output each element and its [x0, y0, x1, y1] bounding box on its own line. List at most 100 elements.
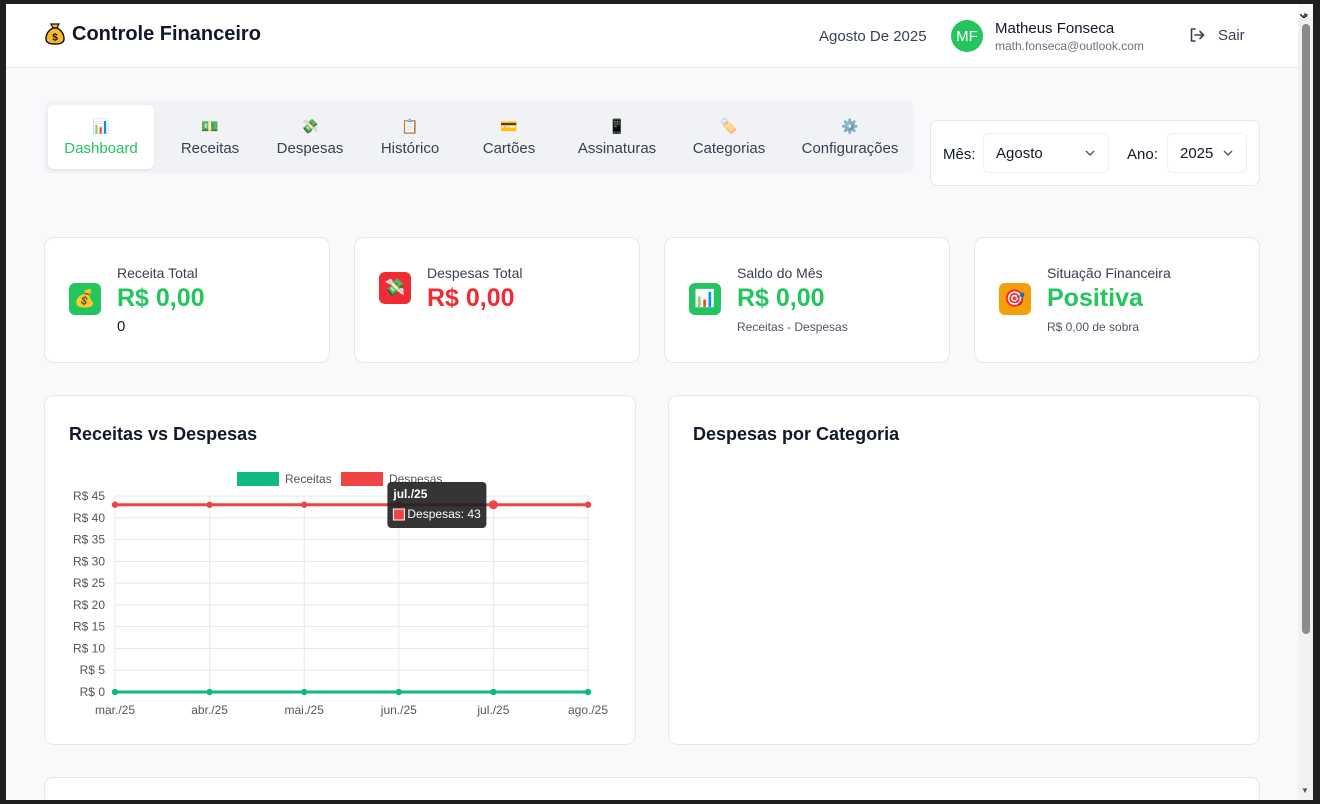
main-tabs: 📊 Dashboard 💵 Receitas 💸 Despesas 📋 Hist…	[44, 101, 914, 173]
data-point-despesas	[488, 500, 498, 510]
tag-icon: 🏷️	[720, 117, 738, 134]
data-point-despesas	[111, 501, 119, 508]
card-value: R$ 0,00	[117, 284, 205, 312]
month-select-value: Agosto	[996, 144, 1043, 162]
data-point-despesas	[584, 501, 592, 508]
tab-assinaturas[interactable]: 📱 Assinaturas	[564, 105, 670, 169]
scroll-up-icon[interactable]: ▲	[1301, 10, 1309, 19]
card-situacao-financeira: 🎯 Situação Financeira Positiva R$ 0,00 d…	[974, 237, 1260, 363]
year-filter-label: Ano:	[1127, 146, 1158, 163]
brand[interactable]: $ Controle Financeiro	[44, 22, 261, 46]
card-despesas-total: 💸 Despesas Total R$ 0,00	[354, 237, 640, 363]
year-select-value: 2025	[1180, 144, 1214, 162]
logout-label: Sair	[1218, 26, 1245, 44]
tab-label: Receitas	[180, 139, 240, 157]
legend-swatch	[341, 472, 383, 486]
card-saldo-mes: 📊 Saldo do Mês R$ 0,00 Receitas - Despes…	[664, 237, 950, 363]
data-point-receitas	[395, 688, 402, 696]
data-point-despesas	[301, 501, 308, 508]
card-value: R$ 0,00	[427, 284, 515, 312]
x-tick-label: abr./25	[191, 703, 228, 717]
logout-button[interactable]: Sair	[1188, 26, 1245, 44]
month-select[interactable]: Agosto	[983, 133, 1109, 173]
y-tick-label: R$ 45	[73, 489, 105, 503]
bar-chart-icon: 📊	[689, 283, 721, 315]
card-value: R$ 0,00	[737, 284, 825, 312]
tooltip-text: Despesas: 43	[407, 507, 481, 521]
scroll-down-icon[interactable]: ▼	[1301, 786, 1309, 795]
bottom-panel	[44, 777, 1260, 800]
tab-dashboard[interactable]: 📊 Dashboard	[48, 105, 154, 169]
data-point-receitas	[301, 688, 308, 696]
x-tick-label: jul./25	[476, 703, 509, 717]
mobile-phone-icon: 📱	[608, 117, 626, 134]
bar-chart-icon: 📊	[92, 117, 110, 134]
tab-label: Despesas	[276, 139, 344, 157]
card-title: Receita Total	[117, 265, 198, 281]
data-point-receitas	[584, 688, 592, 696]
data-point-despesas	[206, 501, 213, 508]
tab-configuracoes[interactable]: ⚙️ Configurações	[790, 105, 910, 169]
chevron-down-icon	[1223, 150, 1233, 156]
card-title: Despesas Total	[427, 265, 523, 281]
card-subtitle: R$ 0,00 de sobra	[1047, 320, 1140, 334]
tab-categorias[interactable]: 🏷️ Categorias	[678, 105, 780, 169]
x-tick-label: ago./25	[568, 703, 608, 717]
tab-label: Categorias	[692, 139, 766, 157]
y-tick-label: R$ 40	[73, 511, 105, 525]
year-select[interactable]: 2025	[1167, 133, 1247, 173]
tab-label: Assinaturas	[577, 139, 657, 157]
panel-despesas-por-categoria: Despesas por Categoria	[668, 395, 1260, 745]
target-icon: 🎯	[999, 283, 1031, 315]
y-tick-label: R$ 0	[80, 685, 106, 699]
avatar[interactable]: MF	[951, 20, 983, 52]
vertical-scrollbar[interactable]: ▲ ▼	[1298, 10, 1313, 800]
legend-swatch	[237, 472, 279, 486]
logout-icon	[1190, 28, 1205, 42]
banknote-icon: 💵	[201, 117, 219, 134]
card-receita-total: 💰 Receita Total R$ 0,00 0	[44, 237, 330, 363]
tab-historico[interactable]: 📋 Histórico	[362, 105, 458, 169]
tab-label: Dashboard	[64, 139, 138, 157]
x-tick-label: mar./25	[95, 703, 135, 717]
tab-label: Cartões	[482, 139, 536, 157]
period-filter: Mês: Agosto Ano: 2025	[930, 120, 1260, 186]
card-title: Situação Financeira	[1047, 265, 1171, 281]
y-tick-label: R$ 5	[80, 663, 106, 677]
data-point-receitas	[111, 688, 119, 696]
user-email: math.fonseca@outlook.com	[995, 39, 1144, 53]
tab-despesas[interactable]: 💸 Despesas	[264, 105, 356, 169]
legend-label: Receitas	[285, 472, 332, 486]
x-tick-label: jun./25	[380, 703, 417, 717]
tooltip-title: jul./25	[392, 487, 427, 501]
card-subtitle: 0	[117, 318, 126, 335]
y-tick-label: R$ 35	[73, 533, 105, 547]
tab-cartoes[interactable]: 💳 Cartões	[464, 105, 554, 169]
current-period: Agosto De 2025	[819, 28, 927, 45]
card-subtitle: Receitas - Despesas	[737, 320, 848, 334]
chevron-down-icon	[1085, 150, 1095, 156]
money-wings-icon: 💸	[379, 272, 411, 304]
tab-receitas[interactable]: 💵 Receitas	[160, 105, 260, 169]
panel-title: Despesas por Categoria	[693, 424, 900, 444]
x-tick-label: mai./25	[285, 703, 325, 717]
data-point-receitas	[490, 688, 497, 696]
money-bag-icon: $	[45, 23, 65, 45]
svg-text:$: $	[52, 33, 58, 44]
y-tick-label: R$ 10	[73, 641, 105, 655]
user-name: Matheus Fonseca	[995, 20, 1115, 37]
y-tick-label: R$ 20	[73, 598, 105, 612]
scroll-thumb[interactable]	[1302, 24, 1310, 634]
app-window: $ Controle Financeiro Agosto De 2025 MF …	[6, 4, 1313, 800]
y-tick-label: R$ 25	[73, 576, 105, 590]
y-tick-label: R$ 15	[73, 620, 105, 634]
tab-label: Histórico	[380, 139, 440, 157]
card-value: Positiva	[1047, 284, 1143, 312]
data-point-receitas	[206, 688, 213, 696]
y-tick-label: R$ 30	[73, 554, 105, 568]
credit-card-icon: 💳	[500, 117, 518, 134]
money-wings-icon: 💸	[301, 117, 319, 134]
line-chart[interactable]: R$ 0 R$ 5 R$ 10 R$ 15 R$ 20 R$ 25 R$ 30 R$ 35 R$…	[45, 396, 635, 744]
card-title: Saldo do Mês	[737, 265, 823, 281]
panel-receitas-vs-despesas: Receitas vs Despesas R$ 0 R$ 5 R$ 10 R$ 15 R…	[44, 395, 636, 745]
